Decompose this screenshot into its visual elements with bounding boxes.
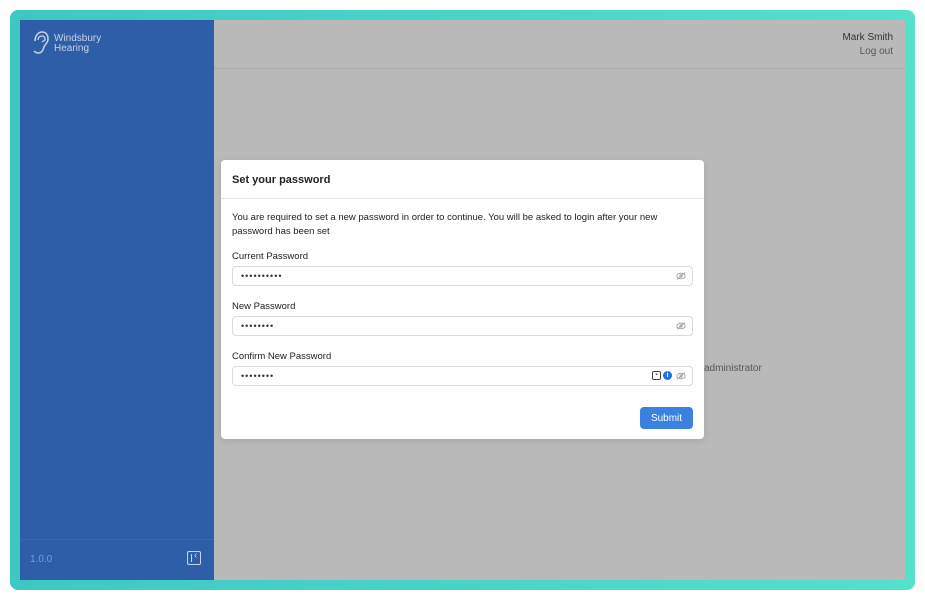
current-password-label: Current Password xyxy=(232,251,309,262)
dialog-title: Set your password xyxy=(232,174,331,186)
dialog-header: Set your password xyxy=(221,160,704,199)
sidebar: Windsbury Hearing 1.0.0 xyxy=(20,20,214,580)
current-password-input[interactable] xyxy=(241,269,641,283)
collapse-sidebar-icon[interactable] xyxy=(187,550,201,565)
new-password-field[interactable] xyxy=(232,316,693,336)
set-password-dialog: Set your password You are required to se… xyxy=(221,160,704,439)
new-password-input[interactable] xyxy=(241,319,641,333)
password-manager-icons: ▪ i xyxy=(652,371,672,380)
logout-link[interactable]: Log out xyxy=(860,46,893,57)
submit-button[interactable]: Submit xyxy=(640,407,693,429)
eye-off-icon[interactable] xyxy=(676,322,686,330)
confirm-password-input[interactable] xyxy=(241,369,641,383)
new-password-label: New Password xyxy=(232,301,296,312)
brand-name: Windsbury Hearing xyxy=(54,34,101,54)
confirm-password-field[interactable]: ▪ i xyxy=(232,366,693,386)
version-label: 1.0.0 xyxy=(30,554,53,565)
app-window: Windsbury Hearing 1.0.0 Mark Smith Log o… xyxy=(20,20,905,580)
eye-off-icon[interactable] xyxy=(676,372,686,380)
password-manager-info-icon[interactable]: i xyxy=(663,371,672,380)
confirm-password-label: Confirm New Password xyxy=(232,351,332,362)
user-name: Mark Smith xyxy=(842,32,893,43)
top-bar: Mark Smith Log out xyxy=(214,20,905,69)
eye-off-icon[interactable] xyxy=(676,272,686,280)
dialog-description: You are required to set a new password i… xyxy=(232,212,658,237)
brand-line-2: Hearing xyxy=(54,43,90,54)
background-text: administrator xyxy=(704,363,762,374)
ear-logo-icon xyxy=(33,31,49,54)
brand-logo[interactable]: Windsbury Hearing xyxy=(30,30,101,58)
current-password-field[interactable] xyxy=(232,266,693,286)
password-manager-lock-icon[interactable]: ▪ xyxy=(652,371,661,380)
sidebar-footer: 1.0.0 xyxy=(20,539,214,580)
